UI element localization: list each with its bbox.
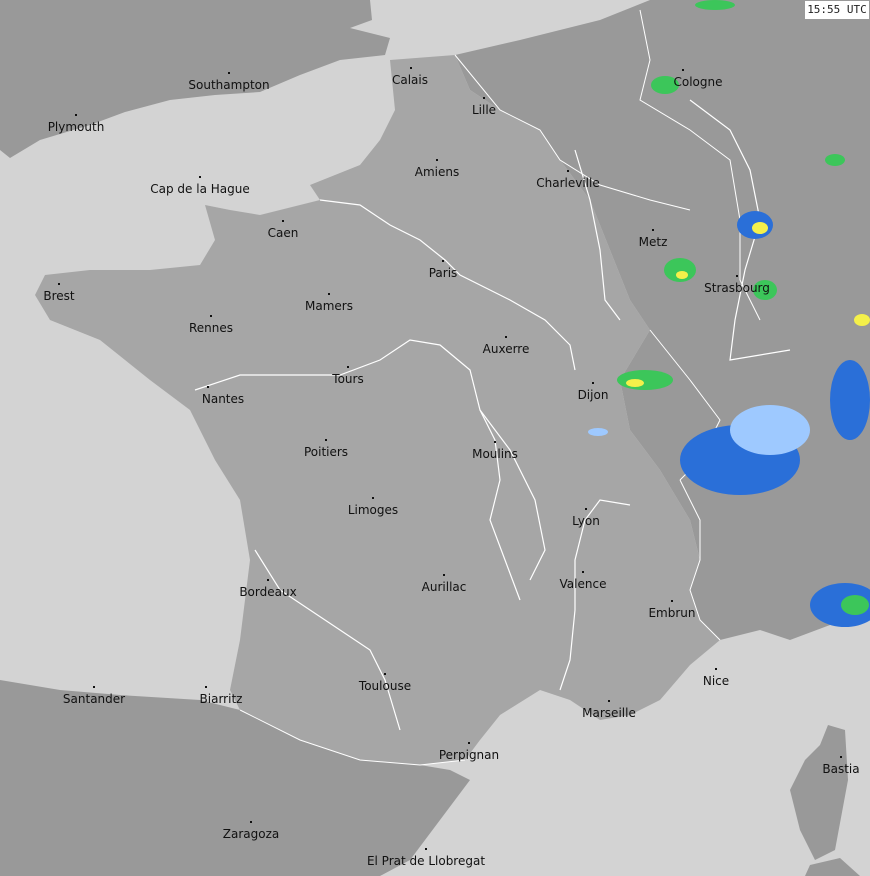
radar-echo-vosges-core — [752, 222, 768, 234]
city-dot-lille — [483, 97, 485, 99]
city-dot-bordeaux — [267, 579, 269, 581]
city-label-charleville: Charleville — [536, 176, 600, 190]
radar-echo-small-4 — [854, 314, 870, 326]
city-dot-nantes — [207, 386, 209, 388]
city-label-metz: Metz — [638, 235, 668, 249]
city-label-southampton: Southampton — [188, 78, 270, 92]
city-label-bordeaux: Bordeaux — [239, 585, 297, 599]
city-label-strasbourg: Strasbourg — [704, 281, 770, 295]
city-label-dijon: Dijon — [577, 388, 609, 402]
city-dot-nice — [715, 668, 717, 670]
city-dot-brest — [58, 283, 60, 285]
city-dot-santander — [93, 686, 95, 688]
city-label-mamers: Mamers — [305, 299, 353, 313]
city-dot-dijon — [592, 382, 594, 384]
city-label-perpignan: Perpignan — [438, 748, 500, 762]
city-label-lille: Lille — [471, 103, 497, 117]
radar-echo-dijon-core — [626, 379, 644, 387]
city-label-caen: Caen — [267, 226, 299, 240]
city-dot-metz — [652, 229, 654, 231]
city-dot-caen — [282, 220, 284, 222]
city-label-aurillac: Aurillac — [421, 580, 467, 594]
city-label-cologne: Cologne — [673, 75, 723, 89]
city-label-calais: Calais — [391, 73, 429, 87]
city-dot-moulins — [494, 441, 496, 443]
city-dot-lyon — [585, 508, 587, 510]
city-label-poitiers: Poitiers — [303, 445, 349, 459]
city-label-toulouse: Toulouse — [358, 679, 412, 693]
city-label-auxerre: Auxerre — [482, 342, 530, 356]
city-label-nantes: Nantes — [201, 392, 245, 406]
city-label-zaragoza: Zaragoza — [222, 827, 280, 841]
city-label-cap-de-la-hague: Cap de la Hague — [150, 182, 250, 196]
city-dot-paris — [442, 260, 444, 262]
city-dot-calais — [410, 67, 412, 69]
city-dot-toulouse — [384, 673, 386, 675]
city-label-embrun: Embrun — [648, 606, 696, 620]
city-dot-marseille — [608, 700, 610, 702]
city-label-paris: Paris — [428, 266, 458, 280]
radar-echo-italy-core — [841, 595, 869, 615]
radar-echo-east — [830, 360, 870, 440]
city-dot-cologne — [682, 69, 684, 71]
city-label-bastia: Bastia — [822, 762, 860, 776]
city-dot-charleville — [567, 170, 569, 172]
city-dot-amiens — [436, 159, 438, 161]
city-label-rennes: Rennes — [188, 321, 234, 335]
city-dot-perpignan — [468, 742, 470, 744]
city-dot-tours — [347, 366, 349, 368]
radar-echo-alps-light — [730, 405, 810, 455]
map-background — [0, 0, 870, 876]
timestamp-badge: 15:55 UTC — [804, 0, 870, 20]
city-label-limoges: Limoges — [347, 503, 399, 517]
city-dot-biarritz — [205, 686, 207, 688]
city-dot-poitiers — [325, 439, 327, 441]
city-dot-auxerre — [505, 336, 507, 338]
city-dot-zaragoza — [250, 821, 252, 823]
city-dot-bastia — [840, 756, 842, 758]
city-label-moulins: Moulins — [472, 447, 518, 461]
city-label-marseille: Marseille — [582, 706, 636, 720]
radar-echo-small-2 — [695, 0, 735, 10]
city-dot-plymouth — [75, 114, 77, 116]
city-dot-valence — [582, 571, 584, 573]
city-label-santander: Santander — [62, 692, 126, 706]
city-label-nice: Nice — [702, 674, 730, 688]
city-label-el-prat: El Prat de Llobregat — [366, 854, 486, 868]
city-dot-limoges — [372, 497, 374, 499]
city-label-plymouth: Plymouth — [47, 120, 105, 134]
weather-radar-map: Southampton Plymouth Calais Lille Cologne Ami… — [0, 0, 870, 876]
city-label-biarritz: Biarritz — [199, 692, 243, 706]
city-dot-mamers — [328, 293, 330, 295]
city-label-tours: Tours — [332, 372, 364, 386]
city-label-valence: Valence — [559, 577, 607, 591]
city-dot-embrun — [671, 600, 673, 602]
city-dot-strasbourg — [736, 275, 738, 277]
radar-echo-metz-core — [676, 271, 688, 279]
city-label-amiens: Amiens — [414, 165, 460, 179]
city-dot-aurillac — [443, 574, 445, 576]
city-label-lyon: Lyon — [572, 514, 600, 528]
radar-echo-small-3 — [825, 154, 845, 166]
radar-echo-dijon — [617, 370, 673, 390]
city-dot-el-prat — [425, 848, 427, 850]
city-dot-cap-de-la-hague — [199, 176, 201, 178]
city-dot-southampton — [228, 72, 230, 74]
city-label-brest: Brest — [43, 289, 75, 303]
city-dot-rennes — [210, 315, 212, 317]
radar-echo-small-1 — [588, 428, 608, 436]
